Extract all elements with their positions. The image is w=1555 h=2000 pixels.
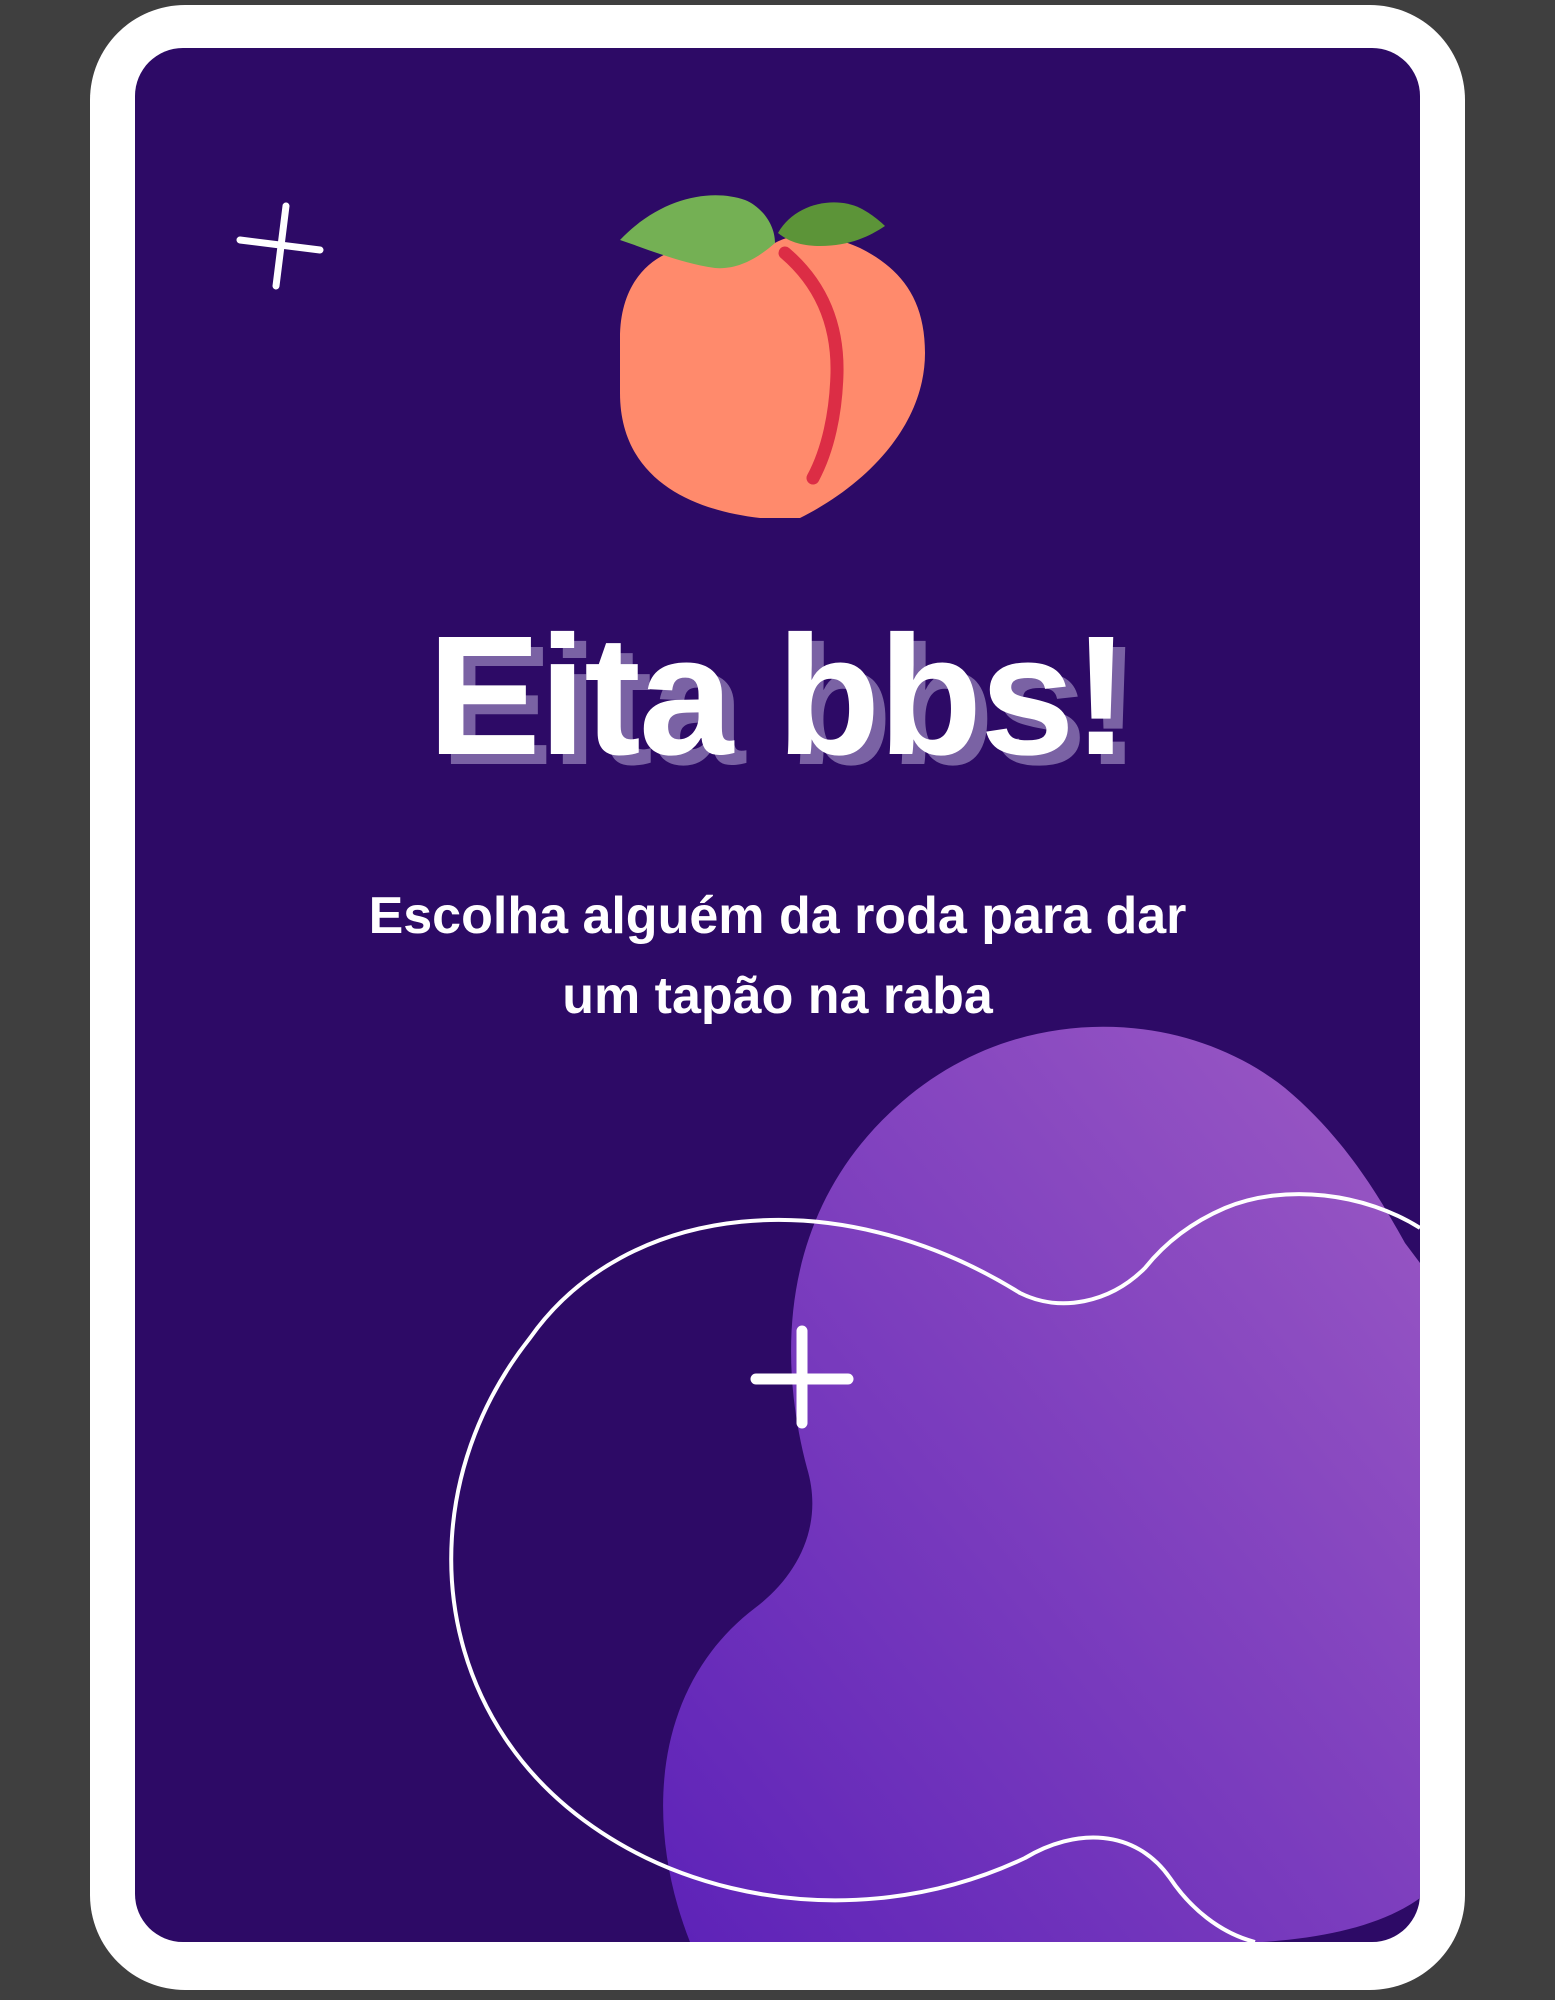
purple-blob bbox=[663, 1026, 1420, 1942]
card-title: Eita bbs! bbox=[427, 601, 1130, 791]
card[interactable]: Eita bbs! Escolha alguém da roda para da… bbox=[135, 48, 1420, 1942]
card-subtitle: Escolha alguém da roda para dar um tapão… bbox=[368, 887, 1187, 1025]
sparkle-icon bbox=[236, 202, 324, 290]
peach-icon bbox=[620, 195, 925, 518]
